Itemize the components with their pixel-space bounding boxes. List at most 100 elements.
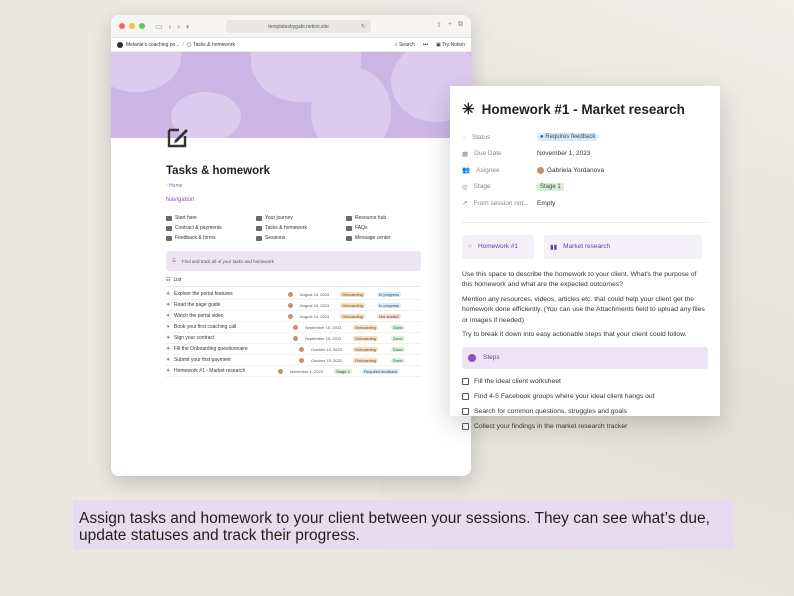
more-icon[interactable]: ••• — [423, 42, 428, 48]
avatar — [288, 302, 293, 308]
asterisk-icon: ✳ — [462, 101, 475, 118]
nav-contract-payments[interactable]: Contract & payments — [166, 225, 256, 231]
avatar — [293, 335, 298, 341]
sidebar-icon[interactable]: ▭ — [155, 22, 163, 31]
search-icon: ⌕ — [394, 41, 398, 48]
table-row[interactable]: ✳ Explore the portal features August 24, 2… — [166, 289, 421, 300]
relation-market-research[interactable]: ▮▮ Market research — [544, 234, 702, 259]
table-row[interactable]: ✳ Read the page guide August 24, 2023 Onboa… — [166, 300, 421, 311]
shield-icon[interactable]: ◐ — [186, 22, 191, 31]
table-row[interactable]: ✳ Watch the portal video August 24, 2023 On… — [166, 311, 421, 322]
avatar — [288, 291, 293, 297]
avatar — [278, 368, 283, 374]
stage-badge: Stage 1 — [537, 182, 564, 191]
task-list: ✳ Explore the portal features August 24, 2… — [166, 289, 421, 377]
minimize-dot[interactable] — [129, 23, 135, 29]
list-icon: ☷ — [166, 277, 171, 283]
search-button[interactable]: ⌕ Search — [395, 42, 415, 48]
notion-topbar: Melanie's coaching po... / ▢ Tasks & hom… — [111, 38, 471, 52]
todo-item[interactable]: Find 4-5 Facebook groups where your idea… — [462, 390, 708, 404]
property-list: ◌ Status ● Requires feedback ▦ Due Date Nove… — [462, 129, 708, 212]
table-row[interactable]: ✳ Book your first coaching call September … — [166, 322, 421, 333]
star-icon: ✳ — [166, 335, 171, 341]
nav-feedback-forms[interactable]: Feedback & forms — [166, 235, 256, 241]
page-content: Tasks & homework ▫ Home Navigation Start… — [166, 165, 421, 377]
table-row[interactable]: ✳ Homework #1 - Market research November 1… — [166, 366, 421, 377]
check-circle-icon — [468, 353, 476, 362]
reload-icon[interactable]: ↻ — [361, 23, 366, 30]
avatar — [537, 166, 544, 174]
status-icon: ◌ — [462, 133, 466, 141]
maximize-dot[interactable] — [139, 23, 145, 29]
nav-faqs[interactable]: FAQs — [346, 225, 421, 231]
book-icon: ▮▮ — [550, 243, 558, 251]
callout: ☰ Find and track all of your tasks and h… — [166, 251, 421, 271]
star-icon: ✳ — [166, 368, 171, 374]
browser-titlebar: ▭ ‹ › ◐ templatesbygabi.notion.site ↻ ⇪ … — [111, 15, 471, 38]
paragraph-steps: Try to break it down into easy actionabl… — [462, 331, 687, 339]
nav-resource-hub[interactable]: Resource hub — [346, 215, 421, 221]
property-from-session[interactable]: ↗ From session not... Empty — [462, 195, 708, 212]
todo-item[interactable]: Search for common questions, struggles a… — [462, 405, 708, 419]
share-icon[interactable]: ⇪ — [436, 21, 442, 29]
caption: Assign tasks and homework to your client… — [73, 500, 734, 550]
homework-detail-panel: ✳ Homework #1 - Market research ◌ Status ●… — [450, 86, 720, 431]
list-icon: ☰ — [172, 258, 177, 263]
nav-message-center[interactable]: Message center — [346, 235, 421, 241]
star-icon: ✳ — [166, 291, 171, 297]
map-icon — [256, 215, 262, 221]
people-icon: 👥 — [462, 167, 471, 175]
divider — [462, 221, 708, 223]
property-stage[interactable]: ◎ Stage Stage 1 — [462, 179, 708, 196]
table-row[interactable]: ✳ Sign your contract September 15, 2023 Onb… — [166, 333, 421, 344]
paragraph-purpose: Use this space to describe the homework … — [462, 270, 697, 289]
checkbox[interactable] — [462, 408, 469, 416]
url-text: templatesbygabi.notion.site — [268, 23, 329, 30]
navigation-grid: Start here Your journey Resource hub Con… — [166, 215, 421, 241]
star-icon: ✳ — [166, 313, 171, 319]
checkbox[interactable] — [462, 393, 469, 401]
breadcrumb-page[interactable]: Tasks & homework — [193, 42, 235, 48]
doc-icon: ▢ — [186, 41, 192, 48]
steps-callout: Steps — [462, 346, 708, 369]
calendar-icon: ▦ — [462, 150, 469, 158]
breadcrumb-workspace[interactable]: Melanie's coaching po... — [126, 42, 180, 48]
panel-title: ✳ Homework #1 - Market research — [462, 101, 685, 118]
back-icon[interactable]: ‹ — [169, 22, 172, 31]
property-asignee[interactable]: 👥 Asignee Gabriela Yordanova — [462, 162, 708, 179]
url-bar[interactable]: templatesbygabi.notion.site ↻ — [226, 20, 371, 33]
avatar — [288, 313, 293, 319]
close-dot[interactable] — [119, 23, 125, 29]
property-status[interactable]: ◌ Status ● Requires feedback — [462, 129, 708, 146]
nav-sessions[interactable]: Sessions — [256, 235, 346, 241]
home-link[interactable]: ▫ Home — [166, 183, 421, 189]
star-icon: ✳ — [166, 324, 171, 330]
calendar-icon — [256, 235, 262, 241]
list-view-tab[interactable]: ☷ List — [166, 277, 421, 287]
notion-icon: ▣ — [436, 41, 441, 48]
page-cover — [111, 52, 471, 138]
forward-icon[interactable]: › — [177, 22, 180, 31]
checkbox[interactable] — [462, 378, 469, 386]
book-icon — [346, 215, 352, 221]
table-row[interactable]: ✳ Submit your first payment October 15, 20… — [166, 355, 421, 366]
todo-item[interactable]: Collect your findings in the market rese… — [462, 420, 708, 434]
form-icon — [166, 235, 172, 241]
table-row[interactable]: ✳ Fill the Onboarding questionnaire Octobe… — [166, 344, 421, 355]
property-due-date[interactable]: ▦ Due Date November 1, 2023 — [462, 146, 708, 163]
edit-icon — [256, 225, 262, 231]
todo-item[interactable]: Fill the ideal client worksheet — [462, 375, 708, 389]
checkbox[interactable] — [462, 423, 469, 431]
paragraph-resources: Mention any resources, videos, articles … — [462, 295, 705, 324]
nav-start-here[interactable]: Start here — [166, 215, 256, 221]
try-notion-button[interactable]: ▣ Try Notion — [436, 42, 465, 48]
nav-your-journey[interactable]: Your journey — [256, 215, 346, 221]
circle-icon: ○ — [468, 243, 472, 250]
question-icon — [346, 225, 352, 231]
browser-window: ▭ ‹ › ◐ templatesbygabi.notion.site ↻ ⇪ … — [111, 15, 471, 476]
page-title: Tasks & homework — [166, 165, 270, 177]
tabs-icon[interactable]: ⧉ — [458, 21, 463, 29]
relation-homework-1[interactable]: ○ Homework #1 — [462, 234, 534, 259]
nav-tasks-homework[interactable]: Tasks & homework — [256, 225, 346, 231]
new-tab-icon[interactable]: + — [448, 21, 452, 29]
